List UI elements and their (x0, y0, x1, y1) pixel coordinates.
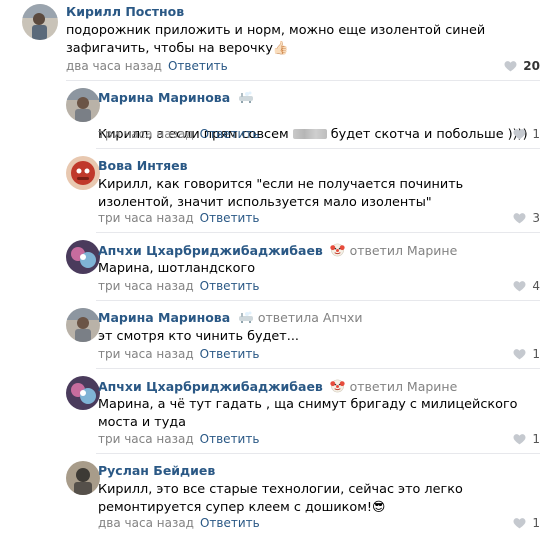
reply-target[interactable]: ответил Марине (350, 243, 458, 258)
reply-button[interactable]: Ответить (200, 211, 260, 225)
comment-author[interactable]: Апчхи Цхарбриджибаджибаев ответил Марине (98, 242, 457, 260)
heart-icon (513, 433, 526, 448)
comment-meta: три часа назад Ответить (98, 432, 259, 446)
reply-target[interactable]: ответил Марине (350, 379, 458, 394)
comment-meta: два часа назад Ответить (66, 59, 228, 73)
comment-author[interactable]: Руслан Бейдиев (98, 463, 215, 478)
comment-time[interactable]: два часа назад (66, 59, 162, 73)
avatar-photo (22, 4, 58, 40)
heart-icon (513, 212, 526, 227)
avatar[interactable] (66, 308, 100, 342)
reply-button[interactable]: Ответить (200, 279, 260, 293)
comment-text: Марина, шотландского (98, 261, 256, 276)
avatar[interactable] (66, 240, 100, 274)
censored-word (292, 129, 327, 139)
like-count: 4 (532, 279, 540, 293)
avatar-photo (66, 156, 100, 190)
like-count: 3 (532, 211, 540, 225)
avatar-photo (66, 240, 100, 274)
heart-icon (513, 348, 526, 363)
comment-text: подорожник приложить и норм, можно еще и… (66, 23, 486, 56)
comment-meta: три часа назад Ответить (98, 127, 259, 141)
comment-time[interactable]: два часа назад (98, 516, 194, 530)
like-count: 1 (532, 516, 540, 530)
like-button[interactable]: 3 (513, 211, 540, 227)
avatar-photo (66, 376, 100, 410)
heart-icon (504, 60, 517, 75)
heart-icon (513, 128, 526, 143)
reply-button[interactable]: Ответить (200, 127, 260, 141)
heart-icon (513, 280, 526, 295)
clown-emoji-icon (330, 242, 345, 260)
divider (66, 80, 540, 81)
avatar[interactable] (66, 376, 100, 410)
like-button[interactable]: 1 (513, 127, 540, 143)
avatar[interactable] (66, 156, 100, 190)
comment-meta: три часа назад Ответить (98, 211, 259, 225)
comment-meta: два часа назад Ответить (98, 516, 260, 530)
comment-time[interactable]: три часа назад (98, 211, 194, 225)
comment-text: Кирилл, это все старые технологии, сейча… (98, 482, 463, 515)
comment-author[interactable]: Апчхи Цхарбриджибаджибаев ответил Марине (98, 378, 457, 396)
like-count: 20 (523, 59, 540, 73)
comment-text: Кирилл, как говорится "если не получаетс… (98, 177, 464, 210)
comment-meta: три часа назад Ответить (98, 347, 259, 361)
reply-target[interactable]: ответила Апчхи (258, 310, 363, 325)
bathtub-emoji-icon (238, 90, 254, 107)
comment-time[interactable]: три часа назад (98, 127, 194, 141)
comment-time[interactable]: три часа назад (98, 279, 194, 293)
avatar-photo (66, 308, 100, 342)
like-button[interactable]: 1 (513, 516, 540, 532)
heart-icon (513, 517, 526, 532)
reply-button[interactable]: Ответить (200, 516, 260, 530)
like-button[interactable]: 1 (513, 432, 540, 448)
bathtub-emoji-icon (238, 310, 254, 327)
avatar[interactable] (66, 461, 100, 495)
comments-thread: Кирилл Постнов подорожник приложить и но… (0, 0, 550, 536)
divider (96, 232, 540, 233)
divider (96, 368, 540, 369)
clown-emoji-icon (330, 378, 345, 396)
like-button[interactable]: 20 (504, 59, 540, 75)
comment-text: Марина, а чё тут гадать , ща снимут бриг… (98, 397, 518, 430)
divider (96, 453, 540, 454)
avatar-photo (66, 461, 100, 495)
comment-time[interactable]: три часа назад (98, 432, 194, 446)
avatar[interactable] (22, 4, 58, 40)
comment-meta: три часа назад Ответить (98, 279, 259, 293)
divider (96, 148, 540, 149)
like-count: 1 (532, 127, 540, 141)
reply-button[interactable]: Ответить (200, 432, 260, 446)
like-count: 1 (532, 432, 540, 446)
reply-button[interactable]: Ответить (200, 347, 260, 361)
avatar-photo (66, 88, 100, 122)
avatar[interactable] (66, 88, 100, 122)
comment-text: эт смотря кто чинить будет... (98, 329, 299, 344)
reply-button[interactable]: Ответить (168, 59, 228, 73)
comment-time[interactable]: три часа назад (98, 347, 194, 361)
comment-author[interactable]: Вова Интяев (98, 158, 188, 173)
comment-author[interactable]: Марина Маринова ответила Апчхи (98, 310, 363, 327)
like-button[interactable]: 1 (513, 347, 540, 363)
divider (96, 300, 540, 301)
comment-author[interactable]: Марина Маринова (98, 90, 254, 107)
like-button[interactable]: 4 (513, 279, 540, 295)
like-count: 1 (532, 347, 540, 361)
comment-author[interactable]: Кирилл Постнов (66, 4, 184, 19)
